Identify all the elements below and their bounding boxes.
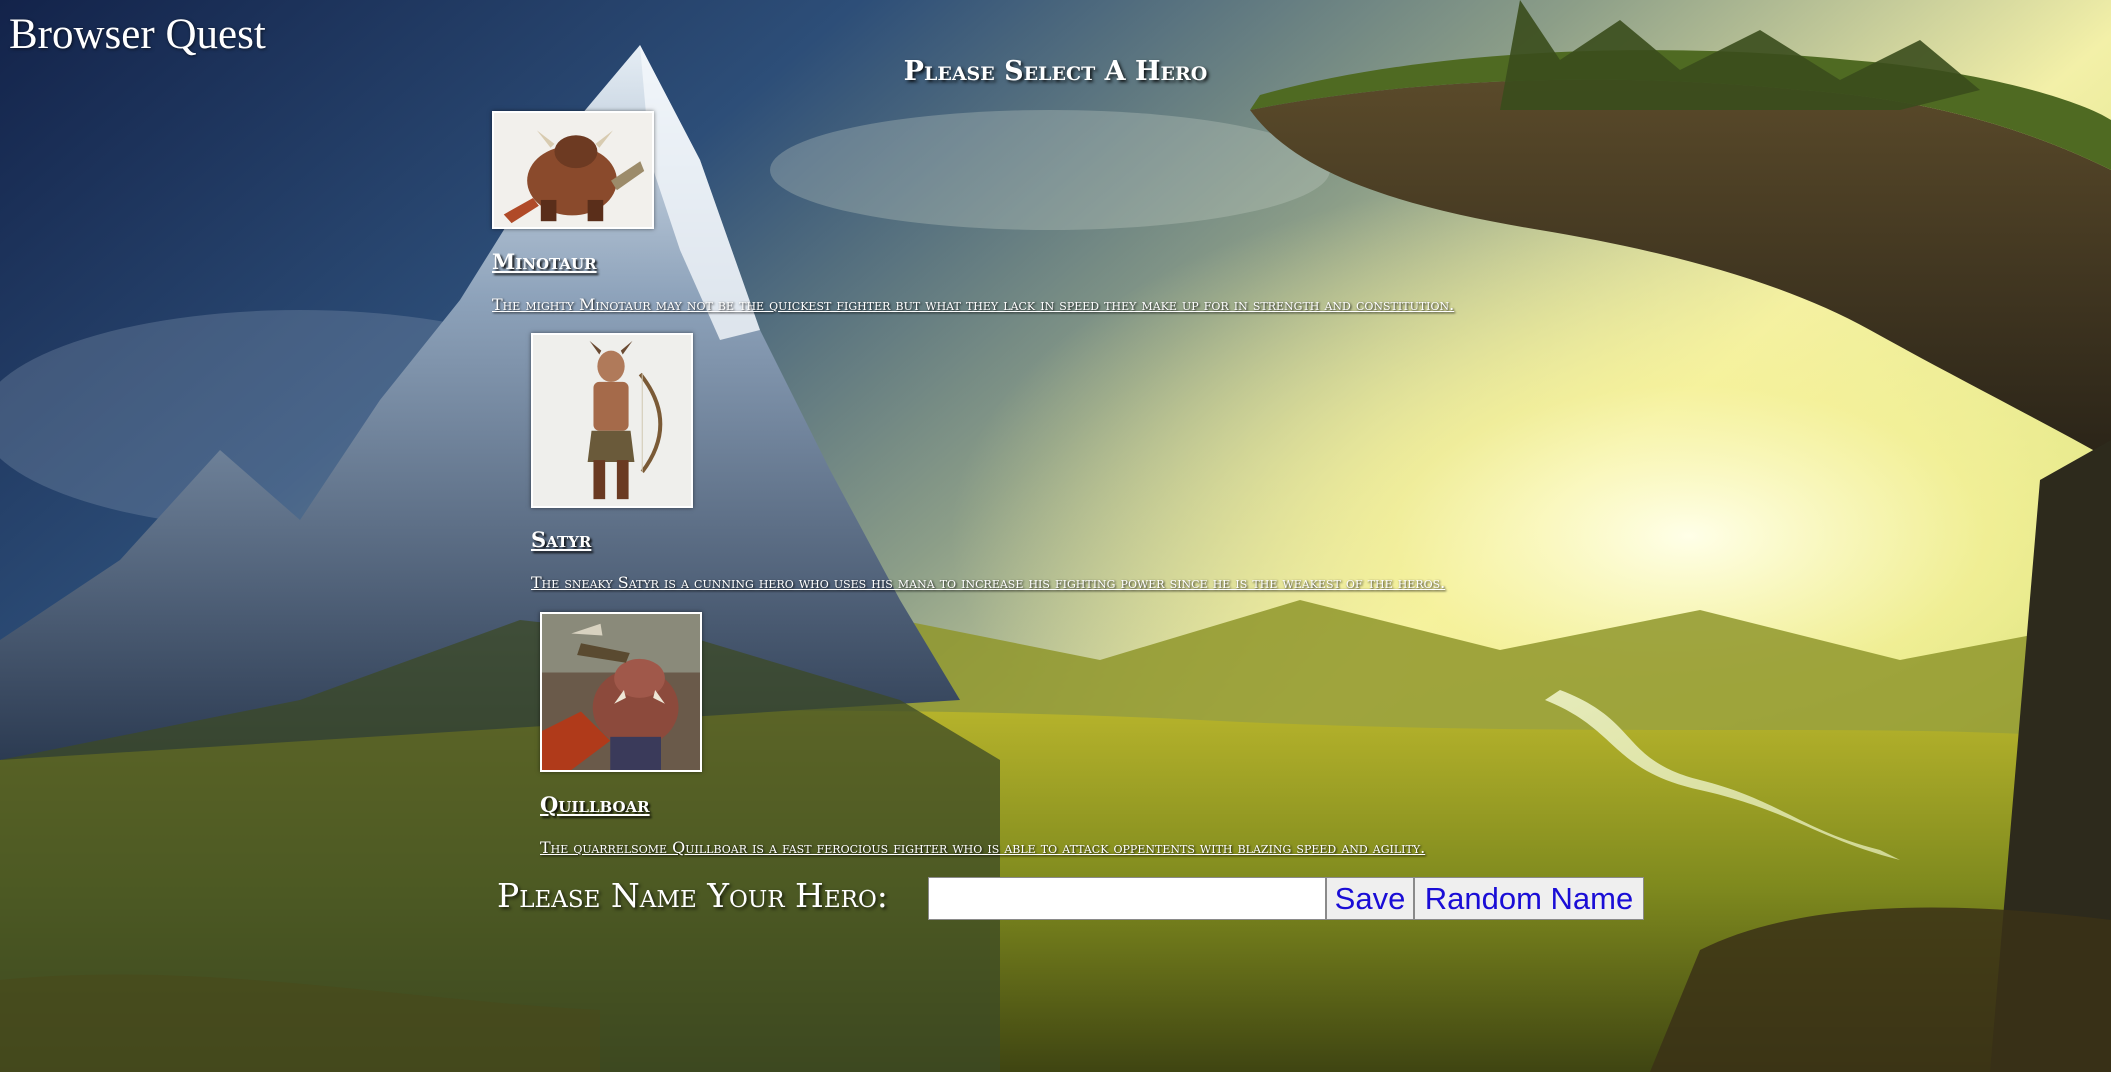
hero-name-minotaur[interactable]: Minotaur xyxy=(492,249,597,274)
minotaur-image[interactable] xyxy=(492,111,654,229)
satyr-image[interactable] xyxy=(531,333,693,508)
app-title: Browser Quest xyxy=(9,11,266,58)
satyr-portrait-graphic xyxy=(533,335,691,506)
hero-description-minotaur[interactable]: The mighty Minotaur may not be the quick… xyxy=(492,295,1454,314)
hero-description-quillboar[interactable]: The quarrelsome Quillboar is a fast fero… xyxy=(540,838,1425,857)
hero-name-input[interactable] xyxy=(928,877,1326,920)
hero-description-satyr[interactable]: The sneaky Satyr is a cunning hero who u… xyxy=(531,573,1445,592)
name-hero-label: Please Name Your Hero: xyxy=(497,876,888,915)
quillboar-image[interactable] xyxy=(540,612,702,772)
save-button[interactable]: Save xyxy=(1326,877,1414,920)
quillboar-portrait-graphic xyxy=(542,614,700,770)
minotaur-portrait-graphic xyxy=(494,113,652,227)
hero-name-satyr[interactable]: Satyr xyxy=(531,527,591,552)
page-heading: Please Select A Hero xyxy=(903,56,1208,87)
hero-name-quillboar[interactable]: Quillboar xyxy=(540,792,650,817)
random-name-button[interactable]: Random Name xyxy=(1414,877,1644,920)
